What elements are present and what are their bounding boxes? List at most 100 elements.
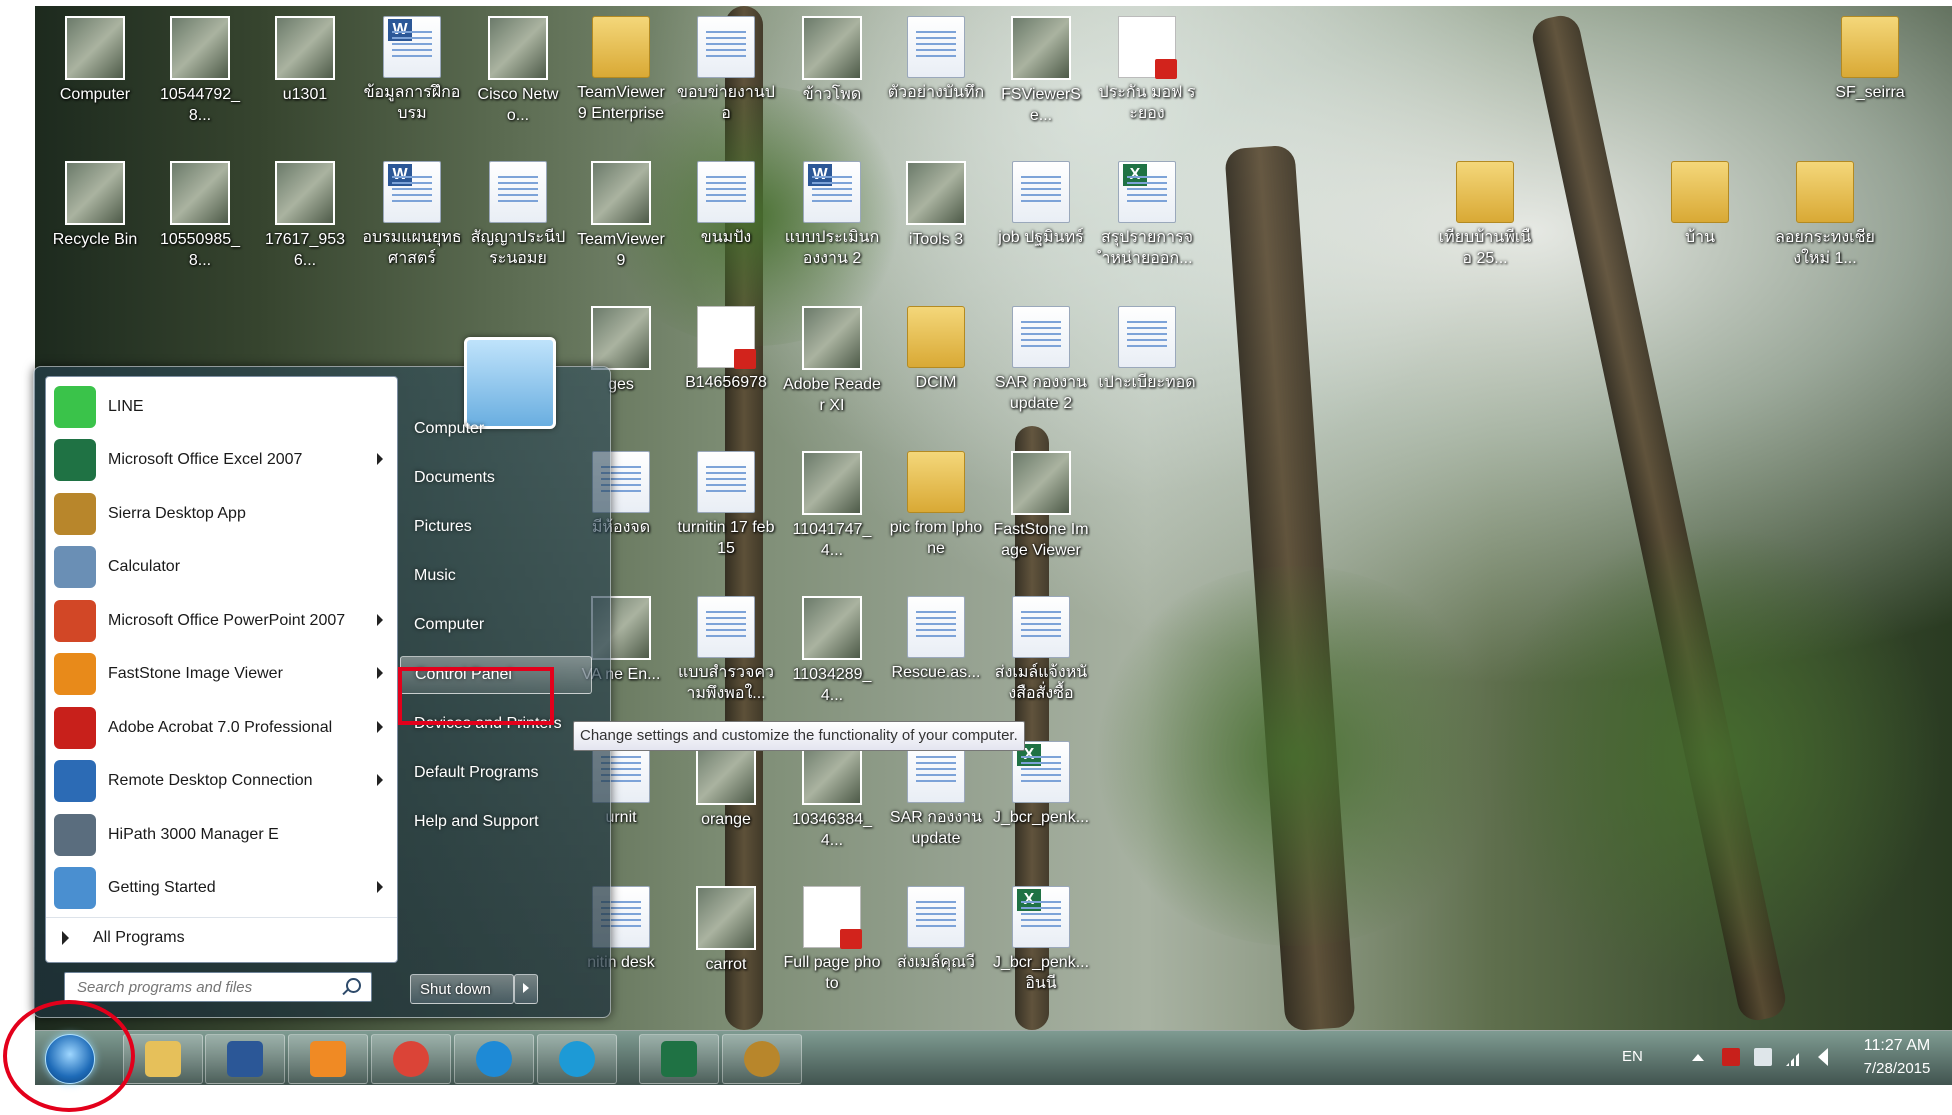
start-link-pictures[interactable]: Pictures xyxy=(400,509,600,545)
show-hidden-icons-icon[interactable] xyxy=(1692,1054,1704,1061)
search-icon[interactable] xyxy=(346,978,361,993)
network-icon[interactable] xyxy=(1786,1048,1804,1066)
program-item[interactable]: Adobe Acrobat 7.0 Professional xyxy=(46,702,397,754)
desktop-icon[interactable]: สัญญาประนีประนอมย xyxy=(468,161,568,269)
desktop-icon[interactable]: ข้าวโพด xyxy=(782,16,882,105)
submenu-arrow-icon[interactable] xyxy=(377,614,383,626)
desktop-icon[interactable]: SAR กองงาน update 2 xyxy=(991,306,1091,414)
start-link-computer[interactable]: Computer xyxy=(400,411,600,447)
submenu-arrow-icon[interactable] xyxy=(377,881,383,893)
desktop-icon[interactable]: 11034289_4... xyxy=(782,596,882,706)
desktop-icon[interactable]: job ปฐมินทร์ xyxy=(991,161,1091,248)
media-player-icon xyxy=(310,1041,346,1077)
desktop-icon[interactable]: J_bcr_penk... xyxy=(991,741,1091,828)
app-file-icon xyxy=(488,16,548,80)
desktop-icon[interactable]: TeamViewer 9 Enterprise xyxy=(571,16,671,124)
desktop-icon-label: ประกัน มอฟ ระยอง xyxy=(1098,84,1196,122)
desktop-icon[interactable]: TeamViewer 9 xyxy=(571,161,671,271)
taskbar-button[interactable] xyxy=(639,1034,719,1084)
desktop-icon[interactable]: 10346384_4... xyxy=(782,741,882,851)
desktop-icon[interactable]: FastStone Image Viewer xyxy=(991,451,1091,561)
desktop-icon[interactable]: อบรมแผนยุทธศาสตร์ xyxy=(362,161,462,269)
desktop-icon[interactable]: 10544792_8... xyxy=(150,16,250,126)
taskbar-button[interactable] xyxy=(205,1034,285,1084)
desktop-icon[interactable]: ส่งเมล์คุณวี xyxy=(886,886,986,973)
taskbar-button[interactable] xyxy=(371,1034,451,1084)
start-link-default-programs[interactable]: Default Programs xyxy=(400,755,600,791)
taskbar-button[interactable] xyxy=(722,1034,802,1084)
desktop-icon[interactable]: u1301 xyxy=(255,16,355,105)
desktop-icon[interactable]: Full page photo xyxy=(782,886,882,994)
desktop-icon[interactable]: เปาะเบียะทอด xyxy=(1097,306,1197,393)
desktop-icon[interactable]: ข้อมูลการฝึกอบรม xyxy=(362,16,462,124)
desktop-icon[interactable]: ลอยกระทงเชียงใหม่ 1... xyxy=(1775,161,1875,269)
search-box[interactable] xyxy=(64,972,372,1002)
clock-time[interactable]: 11:27 AM xyxy=(1852,1037,1942,1055)
start-link-help-and-support[interactable]: Help and Support xyxy=(400,804,600,840)
language-indicator[interactable]: EN xyxy=(1622,1048,1643,1065)
desktop-icon[interactable]: ขนมปัง xyxy=(676,161,776,248)
program-label: HiPath 3000 Manager E xyxy=(108,826,279,843)
desktop-icon[interactable]: สรุปรายการจำหน่ายออก... xyxy=(1097,161,1197,269)
program-item[interactable]: Microsoft Office PowerPoint 2007 xyxy=(46,595,397,647)
desktop-icon[interactable]: 11041747_4... xyxy=(782,451,882,561)
taskbar: EN 11:27 AM 7/28/2015 xyxy=(35,1030,1952,1085)
desktop-icon[interactable]: carrot xyxy=(676,886,776,975)
recycle-file-icon xyxy=(65,161,125,225)
all-programs-button[interactable]: All Programs xyxy=(46,917,397,958)
desktop-icon[interactable]: Adobe Reader XI xyxy=(782,306,882,416)
start-link-music[interactable]: Music xyxy=(400,558,600,594)
start-link-documents[interactable]: Documents xyxy=(400,460,600,496)
action-center-flag-icon[interactable] xyxy=(1722,1048,1740,1066)
desktop-icon[interactable]: บ้าน xyxy=(1650,161,1750,248)
submenu-arrow-icon[interactable] xyxy=(377,721,383,733)
desktop-icon-label: iTools 3 xyxy=(908,231,964,248)
desktop-icon[interactable]: Recycle Bin xyxy=(45,161,145,250)
search-input[interactable] xyxy=(75,977,339,997)
start-link-computer[interactable]: Computer xyxy=(400,607,600,643)
desktop-icon[interactable]: DCIM xyxy=(886,306,986,393)
taskbar-button[interactable] xyxy=(123,1034,203,1084)
program-item[interactable]: Getting Started xyxy=(46,862,397,914)
program-item[interactable]: HiPath 3000 Manager E xyxy=(46,809,397,861)
desktop-icon[interactable]: Cisco Netwo... xyxy=(468,16,568,126)
desktop-icon[interactable]: J_bcr_penk... อินนี xyxy=(991,886,1091,994)
taskbar-button[interactable] xyxy=(288,1034,368,1084)
taskbar-button[interactable] xyxy=(454,1034,534,1084)
program-item[interactable]: FastStone Image Viewer xyxy=(46,648,397,700)
shutdown-button[interactable]: Shut down xyxy=(410,974,514,1004)
program-item[interactable]: Remote Desktop Connection xyxy=(46,755,397,807)
desktop-icon[interactable]: B14656978 xyxy=(676,306,776,393)
desktop-icon[interactable]: แบบสำรวจความพึงพอใ... xyxy=(676,596,776,704)
power-icon[interactable] xyxy=(1754,1048,1772,1066)
desktop-icon[interactable]: ขอบข่ายงานปอ xyxy=(676,16,776,124)
volume-icon[interactable] xyxy=(1818,1048,1828,1066)
submenu-arrow-icon[interactable] xyxy=(377,667,383,679)
program-item[interactable]: Sierra Desktop App xyxy=(46,488,397,540)
program-item[interactable]: Microsoft Office Excel 2007 xyxy=(46,434,397,486)
desktop-icon[interactable]: 17617_9536... xyxy=(255,161,355,271)
desktop-icon[interactable]: 10550985_8... xyxy=(150,161,250,271)
desktop-icon[interactable]: ประกัน มอฟ ระยอง xyxy=(1097,16,1197,124)
desktop-icon[interactable]: ส่งเมล์แจ้งหนังสือสั่งซื้อ xyxy=(991,596,1091,704)
desktop-icon[interactable]: Rescue.as... xyxy=(886,596,986,683)
desktop-icon-label: orange xyxy=(701,811,751,828)
desktop-icon[interactable]: orange xyxy=(676,741,776,830)
desktop-icon[interactable]: SAR กองงาน update xyxy=(886,741,986,849)
shutdown-options-button[interactable] xyxy=(514,974,538,1004)
desktop-icon[interactable]: SF_seirra xyxy=(1820,16,1920,103)
clock-date[interactable]: 7/28/2015 xyxy=(1852,1060,1942,1077)
desktop-icon[interactable]: Computer xyxy=(45,16,145,105)
program-item[interactable]: Calculator xyxy=(46,541,397,593)
desktop-icon[interactable]: pic from Iphone xyxy=(886,451,986,559)
program-item[interactable]: LINE xyxy=(46,381,397,433)
taskbar-button[interactable] xyxy=(537,1034,617,1084)
submenu-arrow-icon[interactable] xyxy=(377,774,383,786)
submenu-arrow-icon[interactable] xyxy=(377,453,383,465)
desktop-icon[interactable]: ตัวอย่างบันทึก xyxy=(886,16,986,103)
desktop-icon[interactable]: FSViewerSe... xyxy=(991,16,1091,126)
desktop-icon[interactable]: iTools 3 xyxy=(886,161,986,250)
desktop-icon[interactable]: แบบประเมินกองงาน 2 xyxy=(782,161,882,269)
desktop-icon[interactable]: เทียบบ้านพีเนือ 25... xyxy=(1435,161,1535,269)
desktop-icon[interactable]: turnitin 17 feb 15 xyxy=(676,451,776,559)
